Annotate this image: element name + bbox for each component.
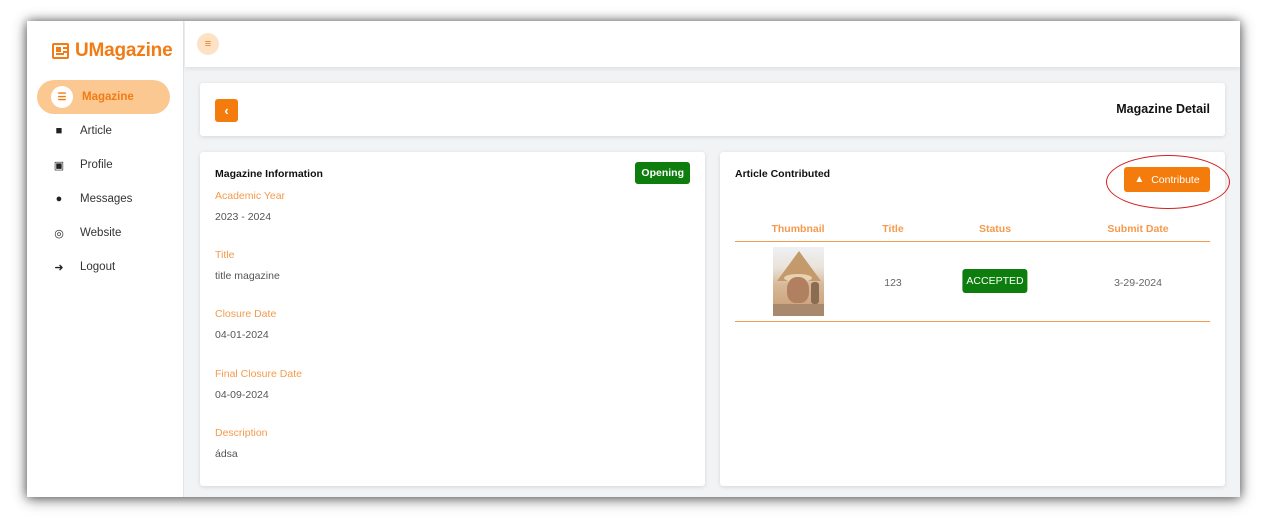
hamburger-icon[interactable]: ≡: [197, 33, 219, 55]
logout-icon: ➜: [54, 261, 64, 274]
topbar: ≡: [185, 21, 1240, 67]
article-thumbnail[interactable]: [773, 247, 824, 316]
field-closure-date: Closure Date 04-01-2024: [215, 308, 276, 341]
contribute-label: Contribute: [1151, 173, 1200, 186]
card-title: Article Contributed: [735, 168, 831, 180]
sidebar-item-magazine[interactable]: ☰ Magazine: [37, 80, 170, 114]
field-label: Description: [215, 427, 268, 439]
column-header-submit-date: Submit Date: [1107, 223, 1169, 235]
field-value: title magazine: [215, 270, 280, 282]
newspaper-icon: [52, 43, 69, 59]
field-label: Title: [215, 249, 235, 261]
hand-user-icon: ▲: [1134, 174, 1145, 185]
sidebar-item-profile[interactable]: ▣ Profile: [27, 148, 184, 182]
field-value: 04-09-2024: [215, 389, 269, 401]
messenger-icon: ●: [55, 193, 63, 205]
pdf-file-icon: ■: [55, 125, 63, 137]
sidebar-item-label: Profile: [80, 159, 113, 171]
contribute-button[interactable]: ▲ Contribute: [1124, 167, 1210, 192]
article-contributed-card: Article Contributed ▲ Contribute Thumbna…: [720, 152, 1230, 486]
sidebar-item-logout[interactable]: ➜ Logout: [27, 250, 184, 284]
column-header-title: Title: [882, 223, 904, 235]
field-label: Final Closure Date: [215, 368, 302, 380]
thumbnail-ground: [773, 304, 824, 316]
status-badge: ACCEPTED: [962, 269, 1028, 293]
sidebar-nav: ☰ Magazine ■ Article ▣ Profile ● Message…: [27, 80, 184, 284]
articles-table: Thumbnail Title Status Submit Date 123 A…: [735, 222, 1210, 322]
thumbnail-figure: [811, 282, 819, 304]
sidebar-item-label: Messages: [80, 193, 133, 205]
field-description: Description ádsa: [215, 427, 268, 460]
app-window: UMagazine ☰ Magazine ■ Article ▣ Profile…: [27, 21, 1240, 497]
brand-name: UMagazine: [75, 40, 173, 61]
thumbnail-cat: [787, 277, 809, 303]
field-title: Title title magazine: [215, 249, 280, 282]
sidebar-item-label: Magazine: [82, 91, 134, 103]
table-row[interactable]: 123 ACCEPTED 3-29-2024: [735, 242, 1210, 322]
sidebar-item-website[interactable]: ◎ Website: [27, 216, 184, 250]
cell-title: 123: [884, 277, 902, 289]
field-value: 2023 - 2024: [215, 211, 272, 223]
field-label: Academic Year: [215, 190, 286, 202]
cell-submit-date: 3-29-2024: [1114, 277, 1162, 289]
column-header-status: Status: [978, 223, 1012, 235]
field-value: ádsa: [215, 448, 238, 460]
status-badge: Opening: [635, 162, 690, 184]
back-button[interactable]: ‹: [215, 99, 238, 122]
chevron-left-icon: ‹: [224, 103, 229, 118]
id-card-icon: ▣: [53, 159, 65, 172]
sidebar-item-label: Logout: [80, 261, 116, 273]
sidebar-item-label: Article: [80, 125, 112, 137]
column-header-thumbnail: Thumbnail: [771, 223, 825, 235]
page-header: ‹ Magazine Detail: [200, 83, 1225, 136]
field-final-closure-date: Final Closure Date 04-09-2024: [215, 368, 302, 401]
field-academic-year: Academic Year 2023 - 2024: [215, 190, 285, 223]
page-title: Magazine Detail: [1116, 102, 1210, 116]
field-value: 04-01-2024: [215, 329, 269, 341]
sidebar: UMagazine ☰ Magazine ■ Article ▣ Profile…: [27, 21, 184, 497]
table-header: Thumbnail Title Status Submit Date: [735, 222, 1210, 242]
magazine-info-card: Magazine Information Opening Academic Ye…: [200, 152, 705, 486]
globe-icon: ◎: [54, 227, 64, 240]
card-title: Magazine Information: [215, 168, 323, 180]
layers-icon: ☰: [51, 86, 73, 108]
sidebar-item-label: Website: [80, 227, 122, 239]
field-label: Closure Date: [215, 308, 277, 320]
sidebar-item-messages[interactable]: ● Messages: [27, 182, 184, 216]
sidebar-item-article[interactable]: ■ Article: [27, 114, 184, 148]
brand[interactable]: UMagazine: [52, 40, 173, 62]
